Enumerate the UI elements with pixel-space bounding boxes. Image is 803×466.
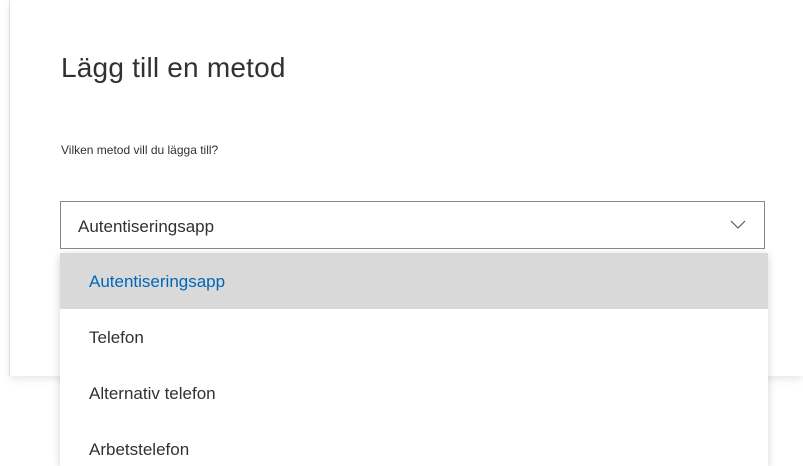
method-prompt-label: Vilken metod vill du lägga till? [61,143,219,157]
option-telefon[interactable]: Telefon [60,309,768,365]
option-label: Telefon [89,328,144,347]
method-options-list: Autentiseringsapp Telefon Alternativ tel… [60,253,768,466]
option-alternativ-telefon[interactable]: Alternativ telefon [60,365,768,421]
dialog-title: Lägg till en metod [61,52,286,83]
option-arbetstelefon[interactable]: Arbetstelefon [60,421,768,466]
option-label: Alternativ telefon [89,384,216,403]
option-label: Autentiseringsapp [89,272,226,291]
option-autentiseringsapp[interactable]: Autentiseringsapp [60,253,768,309]
option-label: Arbetstelefon [89,440,190,459]
page: Lägg till en metod Vilken metod vill du … [0,0,803,466]
method-select-value: Autentiseringsapp [78,217,215,236]
method-select[interactable]: Autentiseringsapp [60,201,765,249]
chevron-down-icon [730,220,746,229]
